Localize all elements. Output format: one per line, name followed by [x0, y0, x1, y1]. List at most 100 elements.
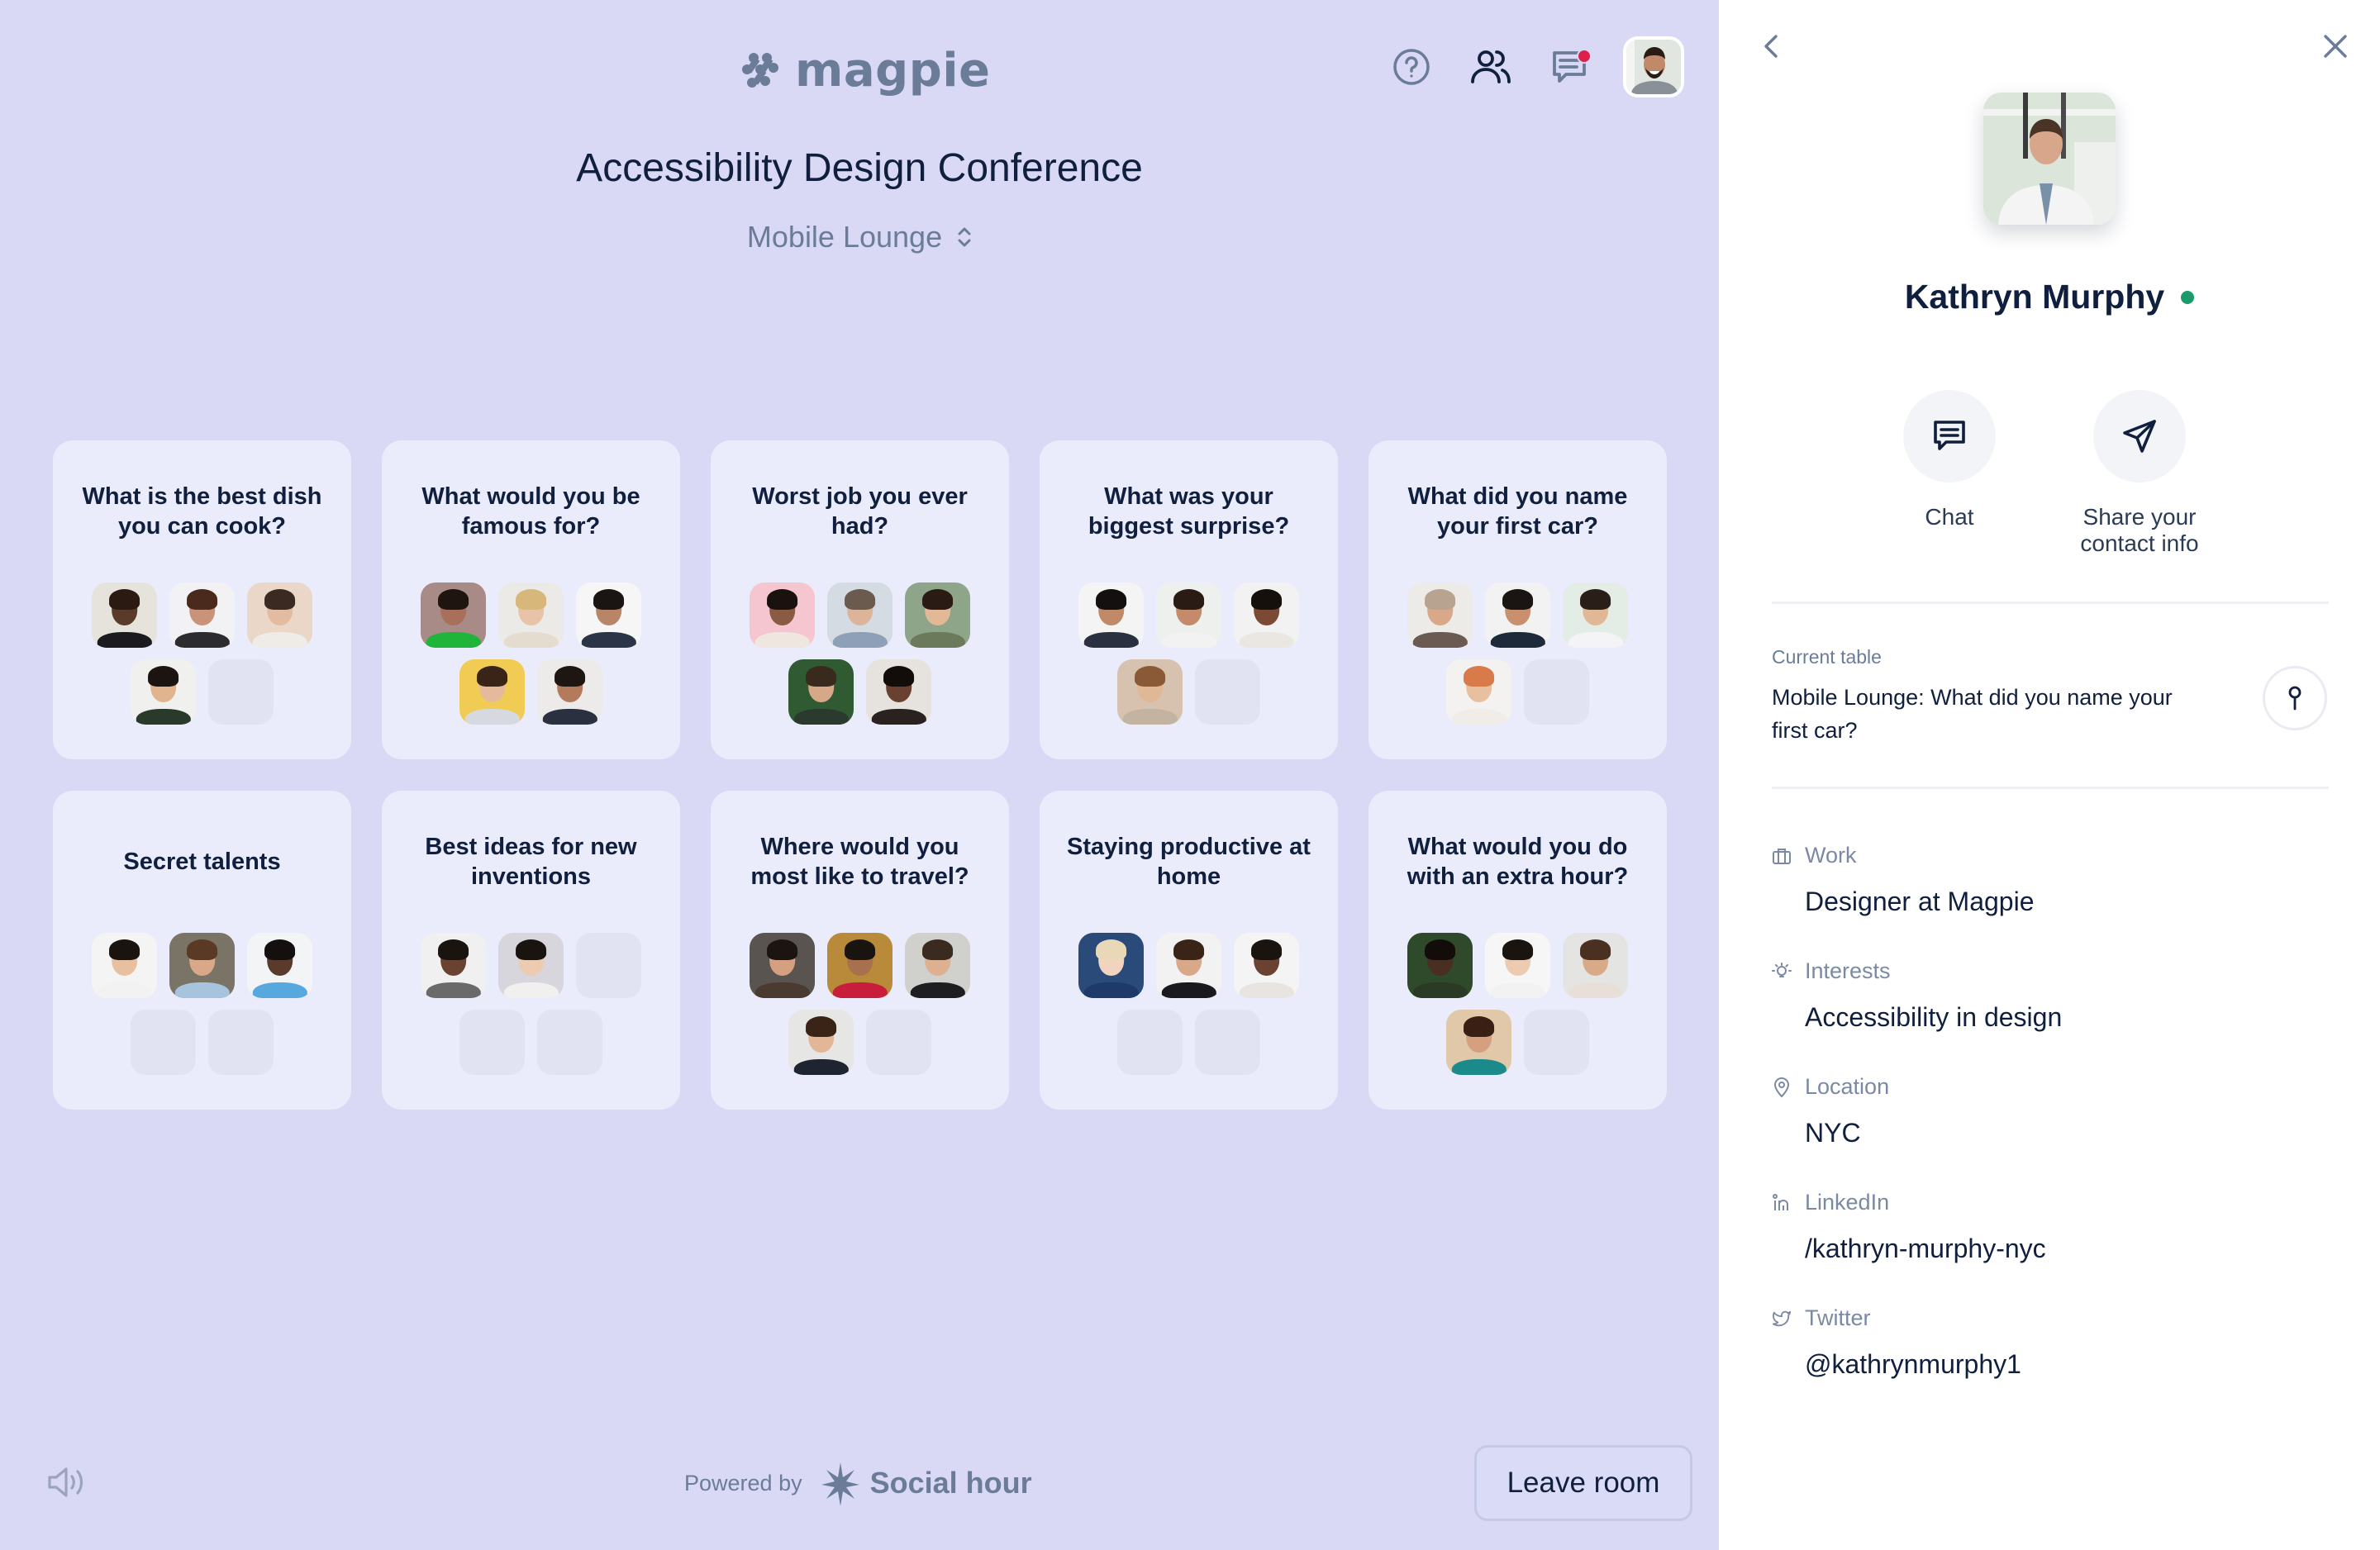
participant-avatar[interactable] — [498, 582, 564, 648]
table-title: What was your biggest surprise? — [1088, 483, 1290, 540]
participant-avatar[interactable] — [247, 582, 312, 648]
participant-avatar[interactable] — [1078, 933, 1144, 998]
chat-button-circle[interactable] — [1903, 390, 1996, 483]
participant-avatar[interactable] — [1234, 933, 1299, 998]
table-seats — [1398, 582, 1638, 725]
participant-avatar[interactable] — [421, 582, 486, 648]
participant-avatar[interactable] — [92, 582, 157, 648]
share-contact-button-circle[interactable] — [2093, 390, 2186, 483]
profile-photo-image — [1983, 93, 2116, 225]
send-icon — [2123, 420, 2156, 453]
participant-avatar[interactable] — [788, 1010, 854, 1075]
table-card[interactable]: What was your biggest surprise? — [1040, 440, 1338, 759]
close-button[interactable] — [2319, 30, 2352, 63]
participant-avatar[interactable] — [459, 659, 525, 725]
twitter-value[interactable]: @kathrynmurphy1 — [1805, 1349, 2334, 1380]
divider — [1772, 601, 2329, 604]
leave-room-button[interactable]: Leave room — [1474, 1445, 1692, 1521]
location-label: Location — [1805, 1074, 1890, 1099]
empty-seat[interactable] — [1117, 1010, 1183, 1075]
participant-avatar[interactable] — [905, 933, 970, 998]
work-label: Work — [1805, 843, 1857, 868]
table-card[interactable]: Staying productive at home — [1040, 791, 1338, 1110]
participant-avatar[interactable] — [1446, 1010, 1511, 1075]
participant-avatar[interactable] — [169, 933, 235, 998]
empty-seat[interactable] — [1195, 1010, 1260, 1075]
empty-seat[interactable] — [576, 933, 641, 998]
empty-seat[interactable] — [866, 1010, 931, 1075]
linkedin-value[interactable]: /kathryn-murphy-nyc — [1805, 1234, 2334, 1264]
room-selector[interactable]: Mobile Lounge — [0, 220, 1719, 254]
participant-avatar[interactable] — [866, 659, 931, 725]
table-title: What would you be famous for? — [421, 483, 640, 540]
participant-avatar[interactable] — [1156, 933, 1221, 998]
participant-photo — [169, 582, 235, 648]
table-card[interactable]: What is the best dish you can cook? — [53, 440, 351, 759]
table-card[interactable]: What would you do with an extra hour? — [1368, 791, 1667, 1110]
table-card[interactable]: Best ideas for new inventions — [382, 791, 680, 1110]
participant-avatar[interactable] — [750, 933, 815, 998]
linkedin-icon — [1772, 1193, 1792, 1213]
chat-icon — [1934, 421, 1965, 450]
participant-avatar[interactable] — [169, 582, 235, 648]
attendees-button[interactable] — [1468, 44, 1514, 90]
participant-avatar[interactable] — [1407, 933, 1473, 998]
empty-seat[interactable] — [208, 659, 274, 725]
participant-avatar[interactable] — [131, 659, 196, 725]
participant-avatar[interactable] — [827, 582, 892, 648]
current-table-value: Mobile Lounge: What did you name your fi… — [1772, 685, 2173, 743]
empty-seat[interactable] — [1524, 1010, 1589, 1075]
participant-avatar[interactable] — [537, 659, 602, 725]
participant-avatar[interactable] — [1407, 582, 1473, 648]
participant-avatar[interactable] — [576, 582, 641, 648]
table-card[interactable]: What did you name your first car? — [1368, 440, 1667, 759]
empty-seat[interactable] — [1195, 659, 1260, 725]
participant-avatar[interactable] — [1485, 933, 1550, 998]
go-to-table-button[interactable] — [2263, 666, 2327, 730]
header-actions — [1388, 36, 1684, 97]
table-title: Best ideas for new inventions — [425, 834, 637, 890]
speaker-icon — [48, 1467, 83, 1497]
people-icon — [1471, 50, 1511, 83]
participant-avatar[interactable] — [498, 933, 564, 998]
empty-seat[interactable] — [208, 1010, 274, 1075]
my-avatar[interactable] — [1623, 36, 1684, 97]
table-card[interactable]: Secret talents — [53, 791, 351, 1110]
participant-photo — [905, 582, 970, 648]
back-button[interactable] — [1755, 30, 1788, 63]
twitter-icon — [1772, 1309, 1792, 1329]
participant-photo — [131, 659, 196, 725]
participant-avatar[interactable] — [247, 933, 312, 998]
help-button[interactable] — [1388, 44, 1435, 90]
participant-avatar[interactable] — [1485, 582, 1550, 648]
participant-avatar[interactable] — [1563, 933, 1628, 998]
participant-avatar[interactable] — [1156, 582, 1221, 648]
participant-avatar[interactable] — [421, 933, 486, 998]
participant-avatar[interactable] — [1234, 582, 1299, 648]
chat-button[interactable]: Chat — [1879, 390, 2020, 557]
table-seats — [1069, 933, 1309, 1075]
participant-avatar[interactable] — [827, 933, 892, 998]
participant-avatar[interactable] — [788, 659, 854, 725]
profile-name-row: Kathryn Murphy — [1719, 278, 2380, 316]
messages-button[interactable] — [1547, 44, 1593, 90]
empty-seat[interactable] — [537, 1010, 602, 1075]
participant-avatar[interactable] — [1117, 659, 1183, 725]
participant-avatar[interactable] — [1563, 582, 1628, 648]
table-card[interactable]: What would you be famous for? — [382, 440, 680, 759]
empty-seat[interactable] — [131, 1010, 196, 1075]
participant-photo — [459, 659, 525, 725]
empty-seat[interactable] — [459, 1010, 525, 1075]
table-card[interactable]: Where would you most like to travel? — [711, 791, 1009, 1110]
lightbulb-icon — [1772, 962, 1792, 982]
sound-toggle-button[interactable] — [46, 1464, 88, 1500]
table-card[interactable]: Worst job you ever had? — [711, 440, 1009, 759]
share-contact-button[interactable]: Share your contact info — [2069, 390, 2210, 557]
participant-avatar[interactable] — [905, 582, 970, 648]
participant-avatar[interactable] — [92, 933, 157, 998]
magpie-logo-icon — [742, 53, 778, 88]
participant-avatar[interactable] — [750, 582, 815, 648]
participant-avatar[interactable] — [1446, 659, 1511, 725]
empty-seat[interactable] — [1524, 659, 1589, 725]
participant-avatar[interactable] — [1078, 582, 1144, 648]
